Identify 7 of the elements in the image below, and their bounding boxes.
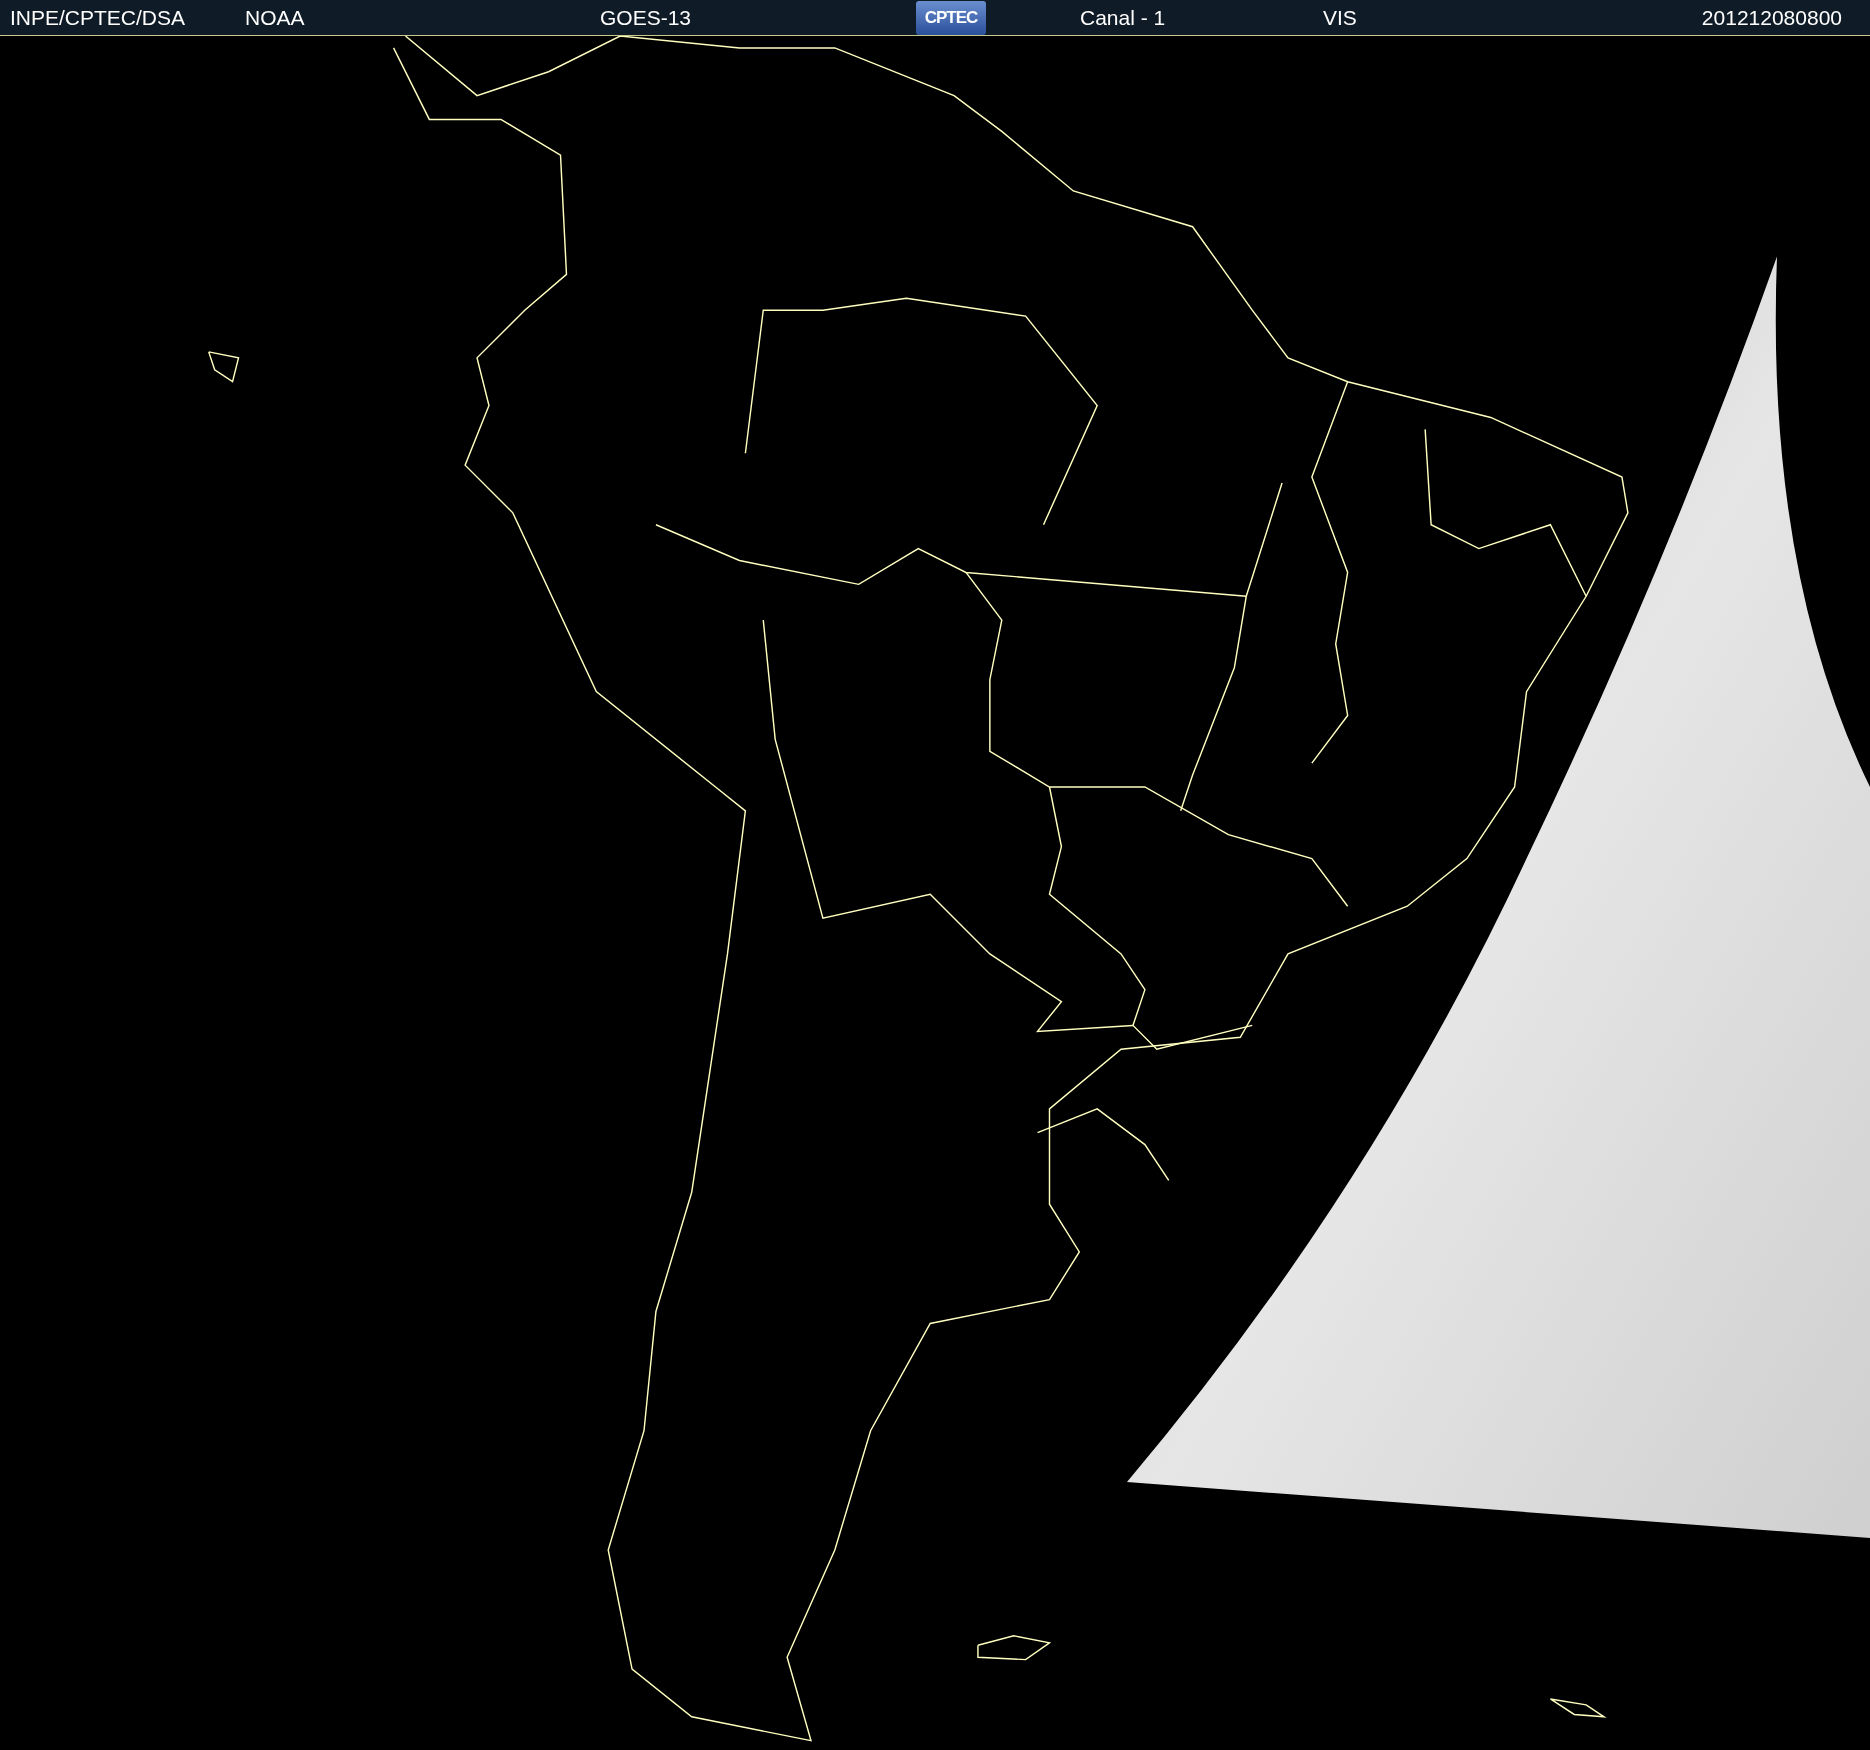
- header-label: INPE/CPTEC/DSA: [10, 4, 187, 31]
- header-label: NOAA: [245, 4, 306, 31]
- header-label: 201212080800: [1701, 4, 1842, 31]
- logo: CPTEC: [916, 0, 986, 35]
- header-label: GOES-13: [600, 4, 693, 31]
- header-label: Canal - 1: [1080, 4, 1167, 31]
- header-label: VIS: [1323, 4, 1358, 31]
